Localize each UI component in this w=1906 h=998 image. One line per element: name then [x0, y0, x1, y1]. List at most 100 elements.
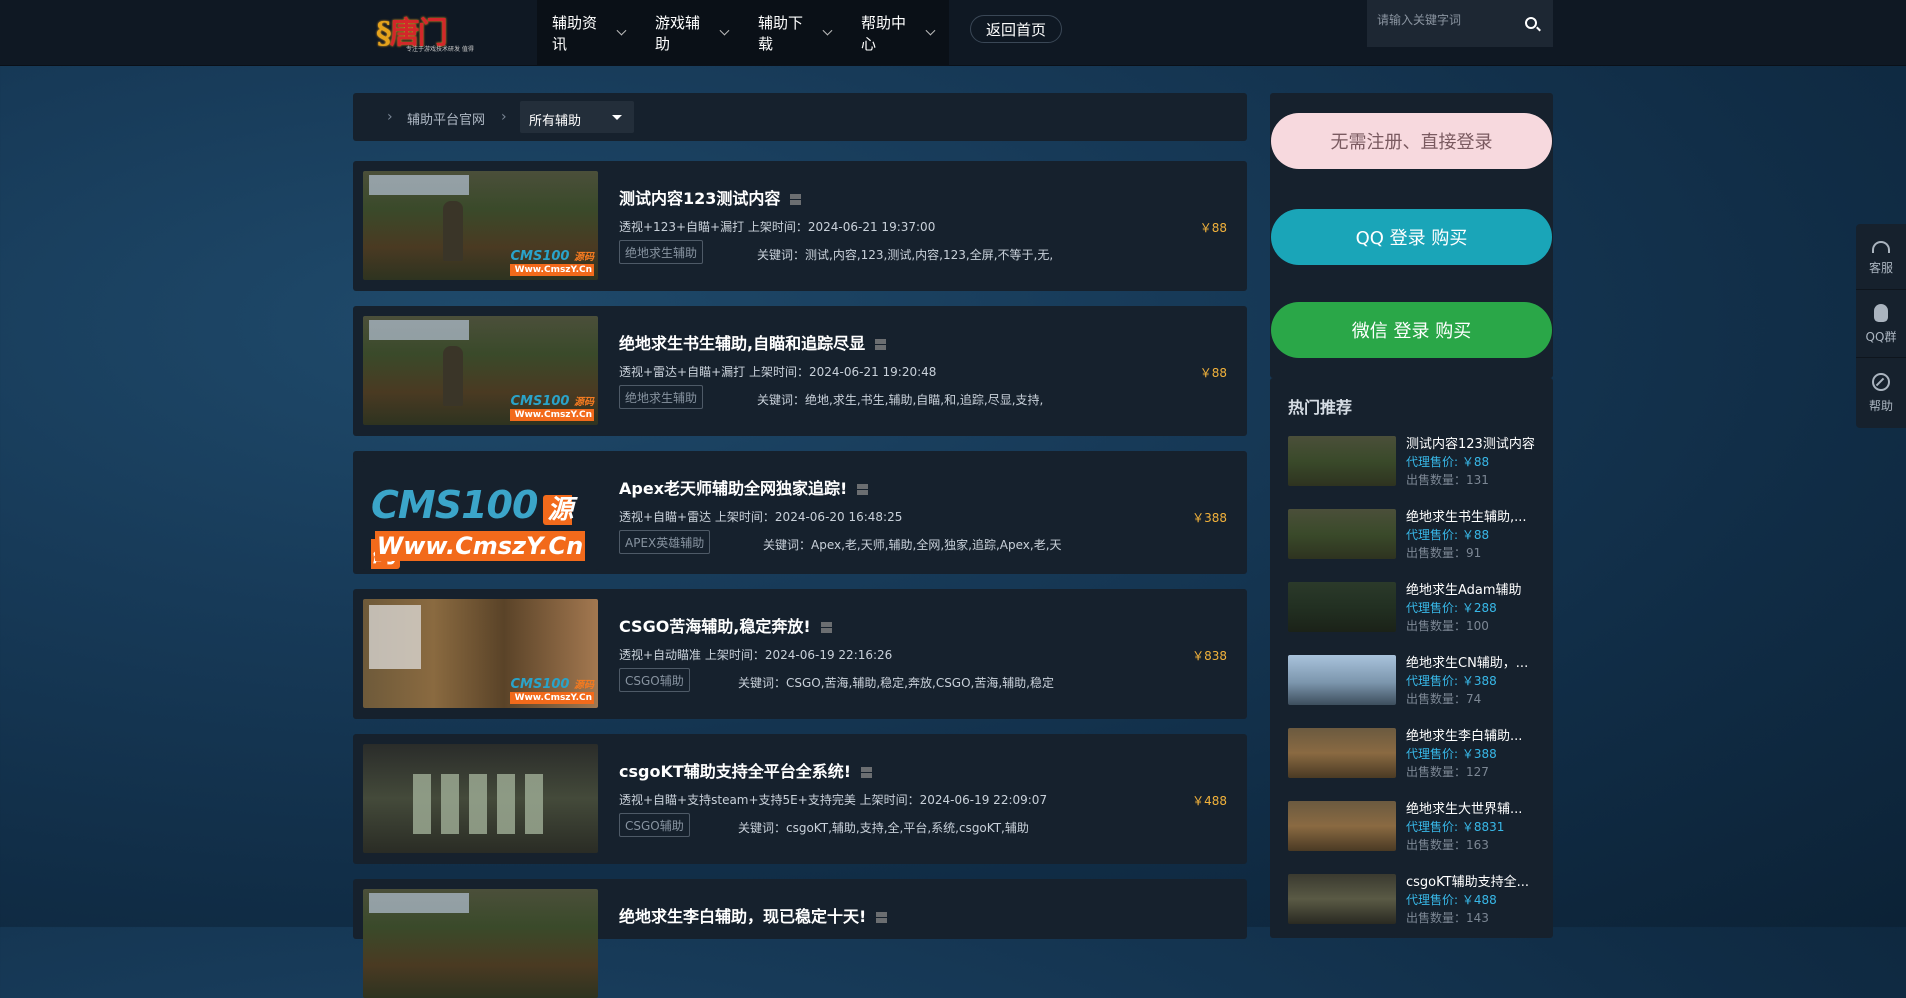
hot-item-name[interactable]: 绝地求生Adam辅助	[1406, 579, 1538, 598]
thumb-watermark: CMS100 源码 Www.CmszY.Cn	[510, 677, 594, 704]
product-meta: 透视+自动瞄准 上架时间：2024-06-19 22:16:26	[619, 648, 893, 662]
floating-service-panel: 客服 QQ群 帮助	[1856, 224, 1906, 428]
category-tag[interactable]: CSGO辅助	[619, 668, 690, 692]
product-thumbnail[interactable]: CMS100 源码 Www.CmszY.Cn	[363, 599, 598, 708]
search-input[interactable]	[1375, 8, 1519, 32]
product-title[interactable]: 绝地求生李白辅助，现已稳定十天!	[619, 903, 888, 927]
product-title[interactable]: csgoKT辅助支持全平台全系统!	[619, 758, 873, 782]
product-title[interactable]: CSGO苦海辅助,稳定奔放!	[619, 613, 832, 637]
home-button[interactable]: 返回首页	[970, 15, 1062, 43]
product-thumbnail[interactable]: CMS100源码 Www.CmszY.Cn	[363, 461, 598, 570]
windows-icon	[875, 339, 887, 350]
customer-service-button[interactable]: 客服	[1856, 224, 1906, 290]
hot-item[interactable]: 测试内容123测试内容 代理售价: ￥88 出售数量：131	[1288, 433, 1538, 493]
product-keywords: 关键词：CSGO,苦海,辅助,稳定,奔放,CSGO,苦海,辅助,稳定	[738, 676, 1054, 690]
qq-group-button[interactable]: QQ群	[1856, 292, 1906, 358]
hot-item-sold: 出售数量：100	[1406, 619, 1489, 633]
hot-item-name[interactable]: 绝地求生大世界辅...	[1406, 798, 1538, 817]
chevron-down-icon	[719, 25, 730, 36]
hot-item[interactable]: 绝地求生大世界辅... 代理售价: ￥8831 出售数量：163	[1288, 798, 1538, 858]
hot-item[interactable]: csgoKT辅助支持全... 代理售价: ￥488 出售数量：143	[1288, 871, 1538, 931]
product-title[interactable]: Apex老天师辅助全网独家追踪!	[619, 475, 869, 499]
product-meta: 透视+自瞄+支持steam+支持5E+支持完美 上架时间：2024-06-19 …	[619, 793, 1048, 807]
category-tag[interactable]: 绝地求生辅助	[619, 385, 704, 409]
hot-item-name[interactable]: 测试内容123测试内容	[1406, 433, 1538, 452]
product-thumbnail[interactable]: CMS100 源码 Www.CmszY.Cn	[363, 171, 598, 280]
nav-item-game-assist[interactable]: 游戏辅助	[640, 0, 743, 65]
hot-thumbnail[interactable]	[1288, 801, 1396, 851]
hot-item-price: 代理售价: ￥488	[1406, 893, 1497, 907]
product-meta: 透视+123+自瞄+漏打 上架时间：2024-06-21 19:37:00	[619, 220, 936, 234]
product-card[interactable]: CMS100 源码 Www.CmszY.Cn CSGO苦海辅助,稳定奔放! 透视+…	[353, 589, 1247, 719]
category-tag[interactable]: 绝地求生辅助	[619, 240, 704, 264]
hot-thumbnail[interactable]	[1288, 436, 1396, 486]
category-tag[interactable]: APEX英雄辅助	[619, 530, 711, 554]
help-button[interactable]: 帮助	[1856, 360, 1906, 426]
site-logo[interactable]: §唐门 专注于游戏技术研发 值得	[376, 8, 476, 56]
hot-item[interactable]: 绝地求生CN辅助，... 代理售价: ￥388 出售数量：74	[1288, 652, 1538, 712]
product-meta: 透视+自瞄+雷达 上架时间：2024-06-20 16:48:25	[619, 510, 903, 524]
nav-item-help[interactable]: 帮助中心	[846, 0, 949, 65]
product-keywords: 关键词：csgoKT,辅助,支持,全,平台,系统,csgoKT,辅助	[738, 821, 1029, 835]
product-card[interactable]: 绝地求生李白辅助，现已稳定十天!	[353, 879, 1247, 998]
hot-item[interactable]: 绝地求生李白辅助... 代理售价: ￥388 出售数量：127	[1288, 725, 1538, 785]
product-title[interactable]: 测试内容123测试内容	[619, 185, 802, 209]
wechat-login-button[interactable]: 微信 登录 购买	[1271, 302, 1552, 358]
hot-title: 热门推荐	[1288, 398, 1353, 417]
hot-item-name[interactable]: 绝地求生CN辅助，...	[1406, 652, 1538, 671]
chevron-down-icon	[925, 25, 936, 36]
thumb-watermark: CMS100 源码 Www.CmszY.Cn	[510, 249, 594, 276]
product-keywords: 关键词：Apex,老,天师,辅助,全网,独家,追踪,Apex,老,天	[763, 538, 1062, 552]
breadcrumb-link[interactable]: 辅助平台官网	[407, 109, 485, 128]
hot-thumbnail[interactable]	[1288, 874, 1396, 924]
product-thumbnail[interactable]	[363, 889, 598, 998]
hot-item-sold: 出售数量：74	[1406, 692, 1482, 706]
chevron-down-icon	[616, 25, 627, 36]
nav-item-news[interactable]: 辅助资讯	[537, 0, 640, 65]
search-icon[interactable]	[1525, 17, 1537, 29]
hot-item-name[interactable]: 绝地求生书生辅助,...	[1406, 506, 1538, 525]
compass-icon	[1872, 372, 1890, 391]
hot-item[interactable]: 绝地求生书生辅助,... 代理售价: ￥88 出售数量：91	[1288, 506, 1538, 566]
product-card[interactable]: CMS100源码 Www.CmszY.Cn Apex老天师辅助全网独家追踪! 透…	[353, 451, 1247, 574]
hot-item-name[interactable]: 绝地求生李白辅助...	[1406, 725, 1538, 744]
hot-thumbnail[interactable]	[1288, 509, 1396, 559]
breadcrumb: › 辅助平台官网 › 所有辅助	[353, 93, 1247, 141]
product-card[interactable]: csgoKT辅助支持全平台全系统! 透视+自瞄+支持steam+支持5E+支持完…	[353, 734, 1247, 864]
product-thumbnail[interactable]	[363, 744, 598, 853]
header: §唐门 专注于游戏技术研发 值得 辅助资讯 游戏辅助 辅助下载 帮助中心 返回首…	[0, 0, 1906, 65]
nav-label: 辅助下载	[758, 13, 804, 53]
hot-item-price: 代理售价: ￥8831	[1406, 820, 1505, 834]
hot-item-sold: 出售数量：131	[1406, 473, 1489, 487]
thumb-ui	[369, 893, 469, 913]
product-price: ￥388	[1192, 511, 1227, 525]
hot-item-sold: 出售数量：143	[1406, 911, 1489, 925]
hot-item-name[interactable]: csgoKT辅助支持全...	[1406, 871, 1538, 890]
thumb-watermark: CMS100 源码 Www.CmszY.Cn	[510, 394, 594, 421]
category-tag[interactable]: CSGO辅助	[619, 813, 690, 837]
hot-thumbnail[interactable]	[1288, 655, 1396, 705]
product-thumbnail[interactable]: CMS100 源码 Www.CmszY.Cn	[363, 316, 598, 425]
hot-item-price: 代理售价: ￥288	[1406, 601, 1497, 615]
product-title[interactable]: 绝地求生书生辅助,自瞄和追踪尽显	[619, 330, 887, 354]
hot-thumbnail[interactable]	[1288, 582, 1396, 632]
chevron-down-icon	[822, 25, 833, 36]
thumb-logo-url: Www.CmszY.Cn	[375, 531, 585, 561]
qq-login-button[interactable]: QQ 登录 购买	[1271, 209, 1552, 265]
float-label: QQ群	[1865, 330, 1897, 344]
float-label: 帮助	[1868, 398, 1893, 413]
chevron-right-icon: ›	[387, 109, 393, 125]
hot-thumbnail[interactable]	[1288, 728, 1396, 778]
product-card[interactable]: CMS100 源码 Www.CmszY.Cn 测试内容123测试内容 透视+123…	[353, 161, 1247, 291]
thumb-figure	[443, 201, 463, 261]
product-keywords: 关键词：绝地,求生,书生,辅助,自瞄,和,追踪,尽显,支持,	[757, 393, 1044, 407]
hot-item[interactable]: 绝地求生Adam辅助 代理售价: ￥288 出售数量：100	[1288, 579, 1538, 639]
product-card[interactable]: CMS100 源码 Www.CmszY.Cn 绝地求生书生辅助,自瞄和追踪尽显 透…	[353, 306, 1247, 436]
category-select[interactable]: 所有辅助	[520, 101, 634, 133]
nav-item-download[interactable]: 辅助下载	[743, 0, 846, 65]
product-keywords: 关键词：测试,内容,123,测试,内容,123,全屏,不等于,无,	[757, 248, 1054, 262]
thumb-figure	[443, 346, 463, 406]
free-login-button[interactable]: 无需注册、直接登录	[1271, 113, 1552, 169]
select-value: 所有辅助	[529, 114, 582, 129]
thumb-ui	[369, 175, 469, 195]
